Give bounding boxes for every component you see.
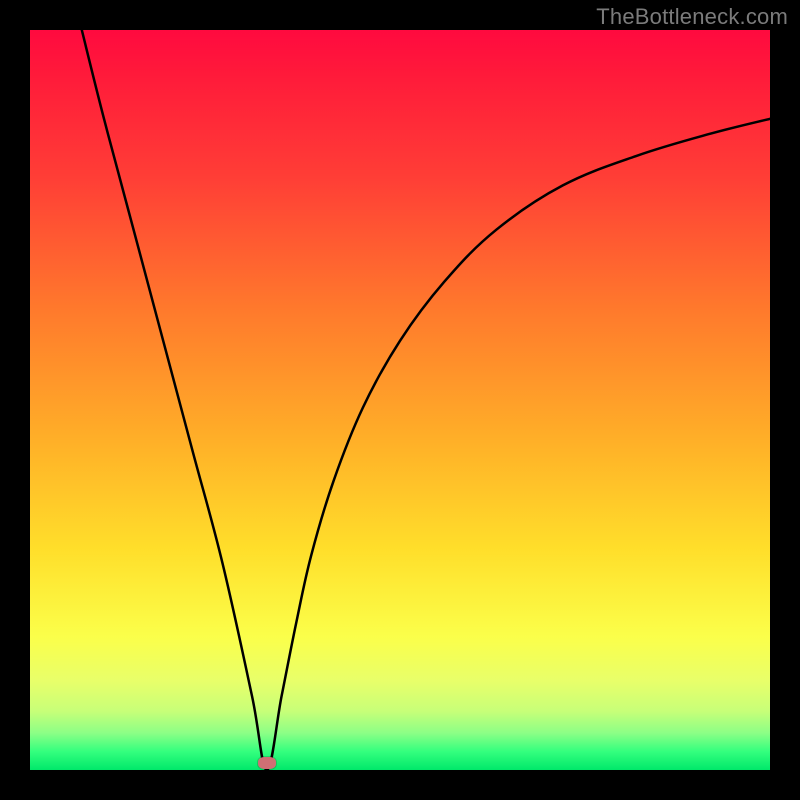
plot-area xyxy=(30,30,770,770)
watermark-text: TheBottleneck.com xyxy=(596,4,788,30)
chart-frame: TheBottleneck.com xyxy=(0,0,800,800)
minimum-marker xyxy=(258,757,276,769)
bottleneck-curve xyxy=(30,30,770,770)
